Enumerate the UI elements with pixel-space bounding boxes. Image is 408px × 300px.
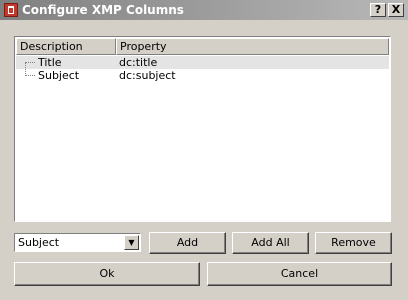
remove-button[interactable]: Remove [315, 232, 392, 254]
cancel-button[interactable]: Cancel [207, 262, 392, 286]
list-row[interactable]: Title dc:title [16, 56, 389, 76]
help-button[interactable]: ? [370, 3, 386, 17]
add-button[interactable]: Add [149, 232, 226, 254]
column-header-property[interactable]: Property [116, 38, 389, 55]
tree-connector-icon [25, 69, 37, 82]
column-select-value: Subject [18, 236, 60, 249]
tree-connector-icon [25, 56, 37, 76]
row-property: dc:title [119, 56, 158, 69]
list-header: Description Property [16, 38, 389, 55]
column-select[interactable]: Subject ▼ [14, 233, 141, 252]
row-description: Title [38, 56, 62, 69]
dropdown-arrow-icon[interactable]: ▼ [124, 235, 139, 250]
window-title: Configure XMP Columns [22, 3, 184, 17]
list-row[interactable]: Subject dc:subject [16, 69, 389, 82]
columns-list[interactable]: Description Property Title dc:title Subj… [14, 36, 391, 222]
row-property: dc:subject [119, 69, 176, 82]
title-bar[interactable]: Configure XMP Columns ? X [0, 0, 408, 20]
add-all-button[interactable]: Add All [232, 232, 309, 254]
app-icon [4, 3, 18, 17]
ok-button[interactable]: Ok [14, 262, 200, 286]
column-header-description[interactable]: Description [16, 38, 116, 55]
row-description: Subject [38, 69, 80, 82]
close-button[interactable]: X [388, 3, 404, 17]
